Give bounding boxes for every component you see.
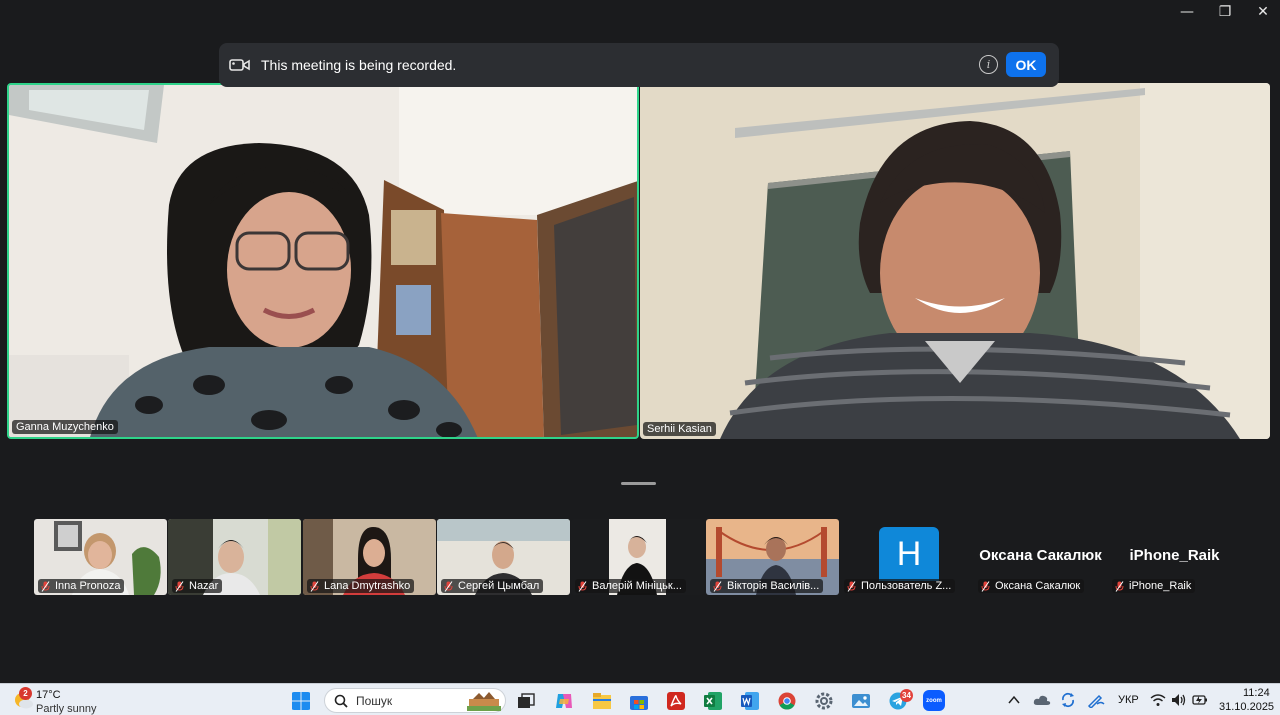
speaker-name-tag: Ganna Muzychenko bbox=[12, 420, 118, 434]
video-tile-ganna[interactable]: Ganna Muzychenko bbox=[7, 83, 639, 439]
telegram-badge: 34 bbox=[900, 689, 913, 702]
excel-icon[interactable] bbox=[703, 692, 723, 710]
sync-icon[interactable] bbox=[1060, 692, 1076, 708]
chrome-icon[interactable] bbox=[777, 692, 797, 710]
weather-temperature: 17°C bbox=[36, 689, 61, 701]
mic-muted-icon bbox=[444, 580, 453, 592]
participant-name: Inna Pronoza bbox=[55, 580, 121, 592]
clock-date[interactable]: 31.10.2025 bbox=[1219, 701, 1274, 713]
video-tile-serhii[interactable]: Serhii Kasian bbox=[640, 83, 1270, 439]
participant-thumb-inna[interactable]: Inna Pronoza bbox=[34, 519, 167, 595]
language-indicator[interactable]: УКР bbox=[1118, 694, 1139, 706]
avatar: H bbox=[879, 527, 939, 581]
participant-name-tag: Lana Dmytrashko bbox=[307, 579, 415, 593]
recording-message: This meeting is being recorded. bbox=[261, 57, 457, 73]
chevron-up-icon[interactable] bbox=[1008, 695, 1020, 705]
zoom-taskbar-icon[interactable]: zoom bbox=[923, 690, 945, 711]
participant-name-tag: Валерій Мініцьк... bbox=[575, 579, 686, 593]
windows-start-icon[interactable] bbox=[291, 692, 311, 710]
participant-name-tag: Вікторія Василів... bbox=[710, 579, 824, 593]
participant-name-tag: Inna Pronoza bbox=[38, 579, 125, 593]
participant-thumb-lana[interactable]: Lana Dmytrashko bbox=[303, 519, 436, 595]
close-button[interactable]: ✕ bbox=[1244, 0, 1280, 24]
taskbar-search[interactable]: Пошук bbox=[324, 688, 506, 713]
participant-name: Валерій Мініцьк... bbox=[592, 580, 682, 592]
participant-name: Lana Dmytrashko bbox=[324, 580, 411, 592]
participant-name: Nazar bbox=[189, 580, 219, 592]
participant-name-tag: Оксана Сакалюк bbox=[978, 579, 1085, 593]
info-icon[interactable]: i bbox=[979, 55, 998, 74]
mic-muted-icon bbox=[175, 580, 184, 592]
weather-widget[interactable]: 2 17°C Partly sunny bbox=[8, 684, 108, 715]
ok-button[interactable]: OK bbox=[1006, 52, 1046, 77]
windows-taskbar: 2 17°C Partly sunny Пошук 34 zoom УКР 11… bbox=[0, 683, 1280, 715]
participant-name-tag: Пользователь Z... bbox=[844, 579, 956, 593]
word-icon[interactable] bbox=[740, 692, 760, 710]
task-view-icon[interactable] bbox=[516, 692, 536, 710]
battery-icon[interactable] bbox=[1192, 693, 1208, 707]
photos-icon[interactable] bbox=[851, 692, 871, 710]
onedrive-cloud-icon[interactable] bbox=[1033, 693, 1051, 707]
settings-gear-icon[interactable] bbox=[814, 692, 834, 710]
participant-video bbox=[640, 83, 1270, 439]
participant-thumb-sergei[interactable]: Сергей Цымбал bbox=[437, 519, 570, 595]
participant-thumb-nazar[interactable]: Nazar bbox=[168, 519, 301, 595]
microsoft-store-icon[interactable] bbox=[629, 692, 649, 710]
participant-name-tag: Сергей Цымбал bbox=[441, 579, 544, 593]
participant-display-name: Оксана Сакалюк bbox=[979, 547, 1102, 564]
mic-muted-icon bbox=[847, 580, 856, 592]
recording-banner: This meeting is being recorded. i OK bbox=[219, 43, 1059, 87]
participant-name-tag: iPhone_Raik bbox=[1112, 579, 1196, 593]
participant-name: Сергей Цымбал bbox=[458, 580, 540, 592]
zoom-meeting-window: — ❐ ✕ Ganna Muzychenko Serhii Kasian Thi… bbox=[0, 0, 1280, 715]
volume-icon[interactable] bbox=[1171, 693, 1187, 707]
participant-name: Пользователь Z... bbox=[861, 580, 952, 592]
pen-input-icon[interactable] bbox=[1087, 692, 1105, 708]
participant-name: Вікторія Василів... bbox=[727, 580, 820, 592]
participant-thumb-user-z[interactable]: H Пользователь Z... bbox=[840, 519, 973, 595]
participant-name: iPhone_Raik bbox=[1129, 580, 1192, 592]
minimize-button[interactable]: — bbox=[1168, 0, 1206, 24]
participant-video bbox=[9, 85, 637, 437]
camera-icon bbox=[229, 59, 250, 71]
mic-muted-icon bbox=[578, 580, 587, 592]
clock-time[interactable]: 11:24 bbox=[1243, 687, 1270, 699]
search-highlight-icon bbox=[467, 692, 501, 711]
participant-name-tag: Nazar bbox=[172, 579, 223, 593]
maximize-button[interactable]: ❐ bbox=[1206, 0, 1244, 24]
mic-muted-icon bbox=[310, 580, 319, 592]
speaker-name-tag: Serhii Kasian bbox=[643, 422, 716, 436]
search-placeholder: Пошук bbox=[356, 693, 393, 708]
file-explorer-icon[interactable] bbox=[592, 692, 612, 710]
participant-thumb-oksana[interactable]: Оксана Сакалюк Оксана Сакалюк bbox=[974, 519, 1107, 595]
participant-display-name: iPhone_Raik bbox=[1129, 547, 1220, 564]
mic-muted-icon bbox=[981, 580, 990, 592]
mic-muted-icon bbox=[713, 580, 722, 592]
mic-muted-icon bbox=[41, 580, 50, 592]
participant-thumb-valerii[interactable]: Валерій Мініцьк... bbox=[571, 519, 704, 595]
participant-thumb-iphone-raik[interactable]: iPhone_Raik iPhone_Raik bbox=[1108, 519, 1241, 595]
copilot-icon[interactable] bbox=[554, 692, 574, 710]
participant-name: Оксана Сакалюк bbox=[995, 580, 1081, 592]
resize-handle[interactable] bbox=[621, 482, 656, 485]
weather-badge: 2 bbox=[19, 687, 32, 700]
participant-thumb-viktoriia[interactable]: Вікторія Василів... bbox=[706, 519, 839, 595]
search-icon bbox=[334, 694, 348, 708]
wifi-icon[interactable] bbox=[1150, 693, 1166, 707]
mic-muted-icon bbox=[1115, 580, 1124, 592]
weather-description: Partly sunny bbox=[36, 703, 97, 715]
acrobat-icon[interactable] bbox=[666, 692, 686, 710]
